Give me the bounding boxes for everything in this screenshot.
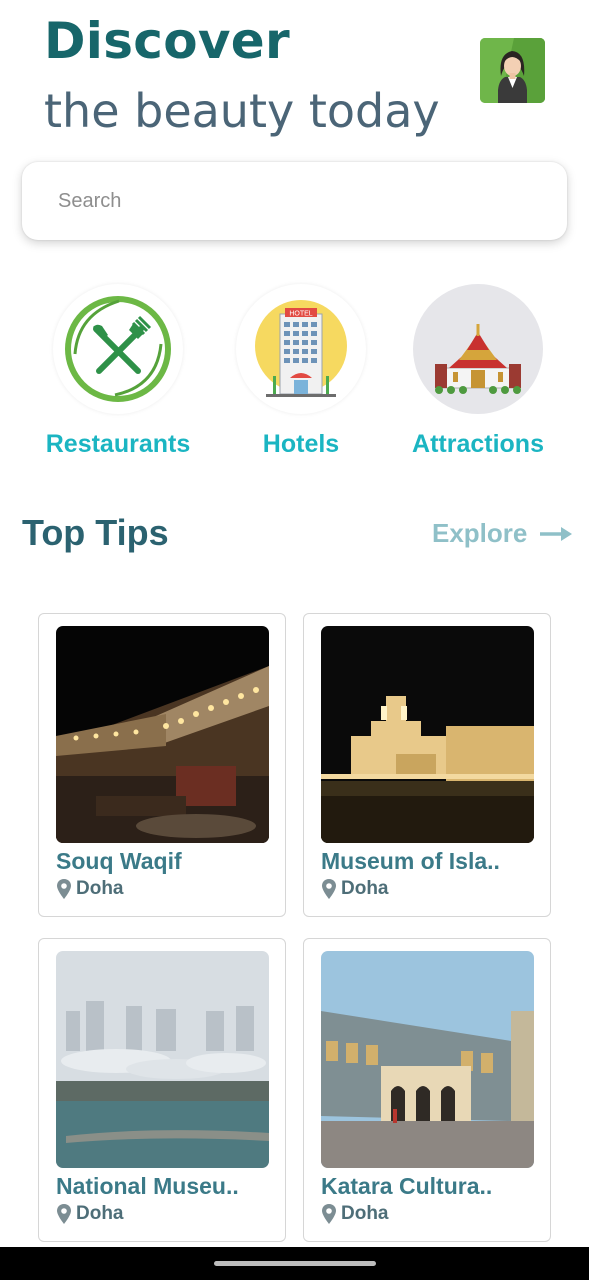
place-name: Museum of Isla.. bbox=[321, 848, 500, 874]
page-title: Discover bbox=[44, 12, 290, 70]
tip-card-katara-cultural-village[interactable]: Katara Cultura.. Doha bbox=[303, 938, 551, 1242]
search-bar[interactable] bbox=[22, 162, 567, 240]
svg-text:HOTEL: HOTEL bbox=[289, 311, 312, 318]
category-attractions[interactable]: Attractions bbox=[393, 284, 563, 474]
location-pin-icon bbox=[322, 1204, 336, 1224]
place-location: Doha bbox=[321, 878, 389, 900]
place-photo bbox=[56, 951, 269, 1168]
category-label: Hotels bbox=[262, 430, 340, 458]
hotel-icon: HOTEL bbox=[236, 284, 366, 414]
place-photo bbox=[56, 626, 269, 843]
place-photo bbox=[321, 626, 534, 843]
explore-link[interactable]: Explore bbox=[432, 518, 573, 549]
fork-knife-icon bbox=[53, 284, 183, 414]
location-pin-icon bbox=[322, 879, 336, 899]
location-pin-icon bbox=[57, 1204, 71, 1224]
category-restaurants[interactable]: Restaurants bbox=[33, 284, 203, 474]
tip-card-souq-waqif[interactable]: Souq Waqif Doha bbox=[38, 613, 286, 917]
section-title-top-tips: Top Tips bbox=[22, 512, 169, 553]
user-avatar-icon[interactable] bbox=[480, 38, 545, 103]
place-location: Doha bbox=[321, 1203, 389, 1225]
place-name: Souq Waqif bbox=[56, 848, 182, 874]
category-hotels[interactable]: HOTEL Hotels bbox=[216, 284, 386, 474]
arrow-right-icon bbox=[540, 526, 573, 541]
page-subtitle: the beauty today bbox=[44, 84, 440, 138]
category-label: Restaurants bbox=[45, 430, 191, 458]
explore-label: Explore bbox=[432, 518, 528, 548]
tip-card-national-museum[interactable]: National Museu.. Doha bbox=[38, 938, 286, 1242]
category-label: Attractions bbox=[412, 430, 544, 458]
location-label: Doha bbox=[341, 878, 389, 899]
temple-icon bbox=[413, 284, 543, 414]
search-input[interactable] bbox=[56, 180, 530, 222]
location-label: Doha bbox=[341, 1203, 389, 1224]
location-label: Doha bbox=[76, 1203, 124, 1224]
place-name: Katara Cultura.. bbox=[321, 1173, 493, 1199]
system-navigation-bar bbox=[0, 1247, 589, 1280]
place-photo bbox=[321, 951, 534, 1168]
place-location: Doha bbox=[56, 1203, 124, 1225]
place-name: National Museu.. bbox=[56, 1173, 239, 1199]
place-location: Doha bbox=[56, 878, 124, 900]
home-indicator[interactable] bbox=[214, 1261, 376, 1266]
tip-card-museum-of-islamic-art[interactable]: Museum of Isla.. Doha bbox=[303, 613, 551, 917]
location-label: Doha bbox=[76, 878, 124, 899]
location-pin-icon bbox=[57, 879, 71, 899]
